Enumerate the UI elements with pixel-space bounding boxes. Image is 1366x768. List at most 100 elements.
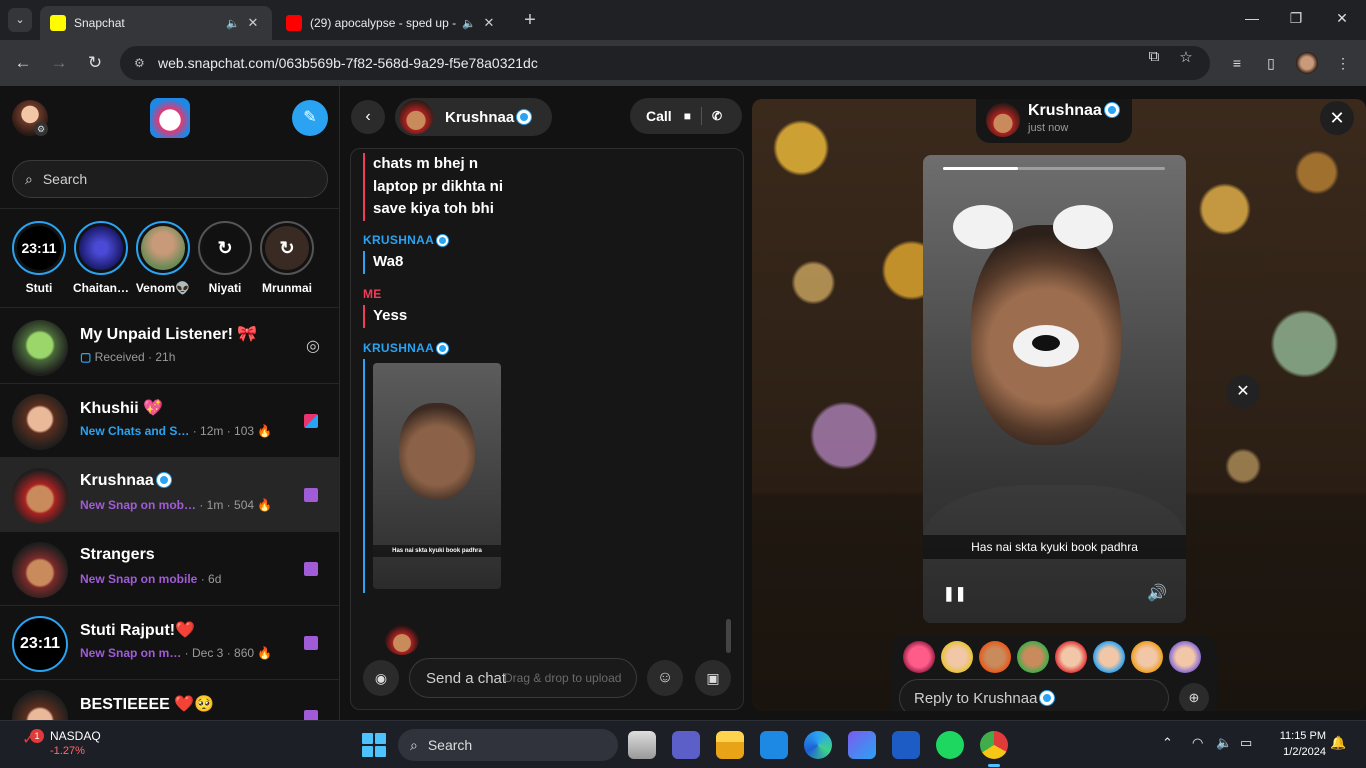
chat-row-stuti-rajput[interactable]: 23:11 Stuti Rajput!❤️ New Snap on m… · D… <box>0 606 339 680</box>
taskbar-search[interactable]: ⌕ Search <box>398 729 618 761</box>
wps-icon[interactable] <box>892 731 920 759</box>
stock-widget[interactable]: ✓ 1 NASDAQ -1.27% <box>22 729 101 757</box>
story-stuti[interactable]: 23:11 Stuti <box>9 221 69 295</box>
chat-input[interactable]: Send a chat Drag & drop to upload <box>409 658 637 698</box>
reaction-heart-icon[interactable] <box>903 641 935 673</box>
windows-start-icon[interactable] <box>362 733 386 757</box>
search-icon: ⌕ <box>410 736 418 753</box>
pause-icon[interactable]: ❚❚ <box>943 585 966 602</box>
copilot-icon[interactable] <box>848 731 876 759</box>
verified-badge-icon <box>1040 691 1055 705</box>
forward-icon[interactable]: → <box>48 52 70 74</box>
show-hidden-icons-icon[interactable]: ⌃ <box>1162 735 1173 751</box>
reaction-thumbs-up-icon[interactable] <box>1017 641 1049 673</box>
story-venom[interactable]: Venom👽 <box>133 221 193 295</box>
close-viewer-icon[interactable]: ✕ <box>1320 101 1354 135</box>
back-icon[interactable]: ← <box>12 52 34 74</box>
video-call-icon[interactable]: ■ <box>684 109 691 123</box>
close-tab-icon[interactable]: ✕ <box>480 15 498 31</box>
close-window-icon[interactable]: ✕ <box>1332 10 1352 27</box>
chat-row-khushii[interactable]: Khushii 💖 New Chats and S… · 12m · 103 🔥 <box>0 384 339 458</box>
story-chaitanya[interactable]: Chaitan… <box>71 221 131 295</box>
bitmoji-header-icon[interactable] <box>150 98 190 138</box>
speaker-icon[interactable]: 🔈 <box>226 17 244 30</box>
restore-icon[interactable]: ❐ <box>1286 10 1306 27</box>
open-in-app-icon[interactable]: ⧉ <box>1144 48 1164 65</box>
verified-badge-icon <box>517 110 532 124</box>
reaction-question-icon[interactable] <box>1169 641 1201 673</box>
file-explorer-icon[interactable] <box>716 731 744 759</box>
avatar <box>399 100 433 134</box>
chat-row-strangers[interactable]: Strangers New Snap on mobile · 6d <box>0 532 339 606</box>
media-control-icon[interactable]: ≡ <box>1226 52 1248 74</box>
edge-icon[interactable] <box>804 731 832 759</box>
status-main: New Chats and S… <box>80 424 190 438</box>
snap-thumbnail[interactable]: Has nai skta kyuki book padhra <box>373 363 501 589</box>
emoji-button[interactable]: ☺ <box>647 660 683 696</box>
settings-gear-icon[interactable]: ⚙ <box>34 122 48 136</box>
minimize-icon[interactable]: — <box>1242 10 1262 26</box>
tab-title: Snapchat <box>74 16 125 30</box>
search-input[interactable]: ⌕ Search <box>12 160 328 198</box>
reload-icon[interactable]: ↻ <box>84 52 106 74</box>
battery-icon[interactable]: ▭ <box>1240 735 1252 751</box>
address-bar[interactable]: ⚙ web.snapchat.com/063b569b-7f82-568d-9a… <box>120 46 1210 80</box>
mail-icon[interactable] <box>760 731 788 759</box>
chat-row-my-unpaid-listener[interactable]: My Unpaid Listener! 🎀 ▢ Received · 21h ◎ <box>0 310 339 384</box>
phone-icon[interactable]: ✆ <box>712 109 722 123</box>
chat-header[interactable]: Krushnaa <box>395 98 552 136</box>
speaker-icon[interactable]: 🔈 <box>462 17 480 30</box>
camera-button[interactable]: ◉ <box>363 660 399 696</box>
stock-change: -1.27% <box>50 745 85 757</box>
bookmark-star-icon[interactable]: ☆ <box>1176 48 1196 66</box>
wifi-icon[interactable]: ◠ <box>1192 735 1203 751</box>
chat-row-bestieeee[interactable]: BESTIEEEE ❤️🥺 <box>0 680 339 720</box>
scrollbar[interactable] <box>726 619 731 653</box>
chat-row-krushnaa[interactable]: Krushnaa New Snap on mob… · 1m · 504 🔥 <box>0 458 339 532</box>
sticker-reply-button[interactable]: ⊕ <box>1179 683 1209 711</box>
reaction-kiss-icon[interactable] <box>1055 641 1087 673</box>
tab-youtube[interactable]: (29) apocalypse - sped up - 🔈 ✕ <box>276 6 508 40</box>
spotify-icon[interactable] <box>936 731 964 759</box>
story-name: Chaitan… <box>72 281 129 295</box>
tab-snapchat[interactable]: Snapchat 🔈 ✕ <box>40 6 272 40</box>
volume-icon[interactable]: 🔈 <box>1216 735 1232 751</box>
reaction-fire-icon[interactable] <box>979 641 1011 673</box>
close-tab-icon[interactable]: ✕ <box>244 15 262 31</box>
site-info-icon[interactable]: ⚙ <box>134 56 150 70</box>
notification-bell-icon[interactable]: 🔔 <box>1330 735 1346 751</box>
tab-search-menu[interactable]: ⌄ <box>8 8 32 32</box>
new-tab-button[interactable]: + <box>518 9 542 33</box>
profile-avatar[interactable] <box>1296 52 1318 74</box>
reply-input[interactable]: Reply to Krushnaa <box>899 679 1169 711</box>
reaction-cry-icon[interactable] <box>1093 641 1125 673</box>
sender-label: KRUSHNAA <box>363 233 449 247</box>
divider <box>700 107 702 125</box>
new-chat-button[interactable]: ✎ <box>292 100 328 136</box>
sender-label: KRUSHNAA <box>363 341 501 355</box>
teams-icon[interactable] <box>672 731 700 759</box>
story-name: Niyati <box>208 281 242 295</box>
clock[interactable]: 11:15 PM 1/2/2024 <box>1270 728 1326 760</box>
stock-name: NASDAQ <box>50 729 101 743</box>
message-list[interactable]: chats m bhej n laptop pr dikhta ni save … <box>350 148 744 710</box>
more-menu-icon[interactable]: ⋮ <box>1332 52 1354 74</box>
avatar <box>12 394 68 450</box>
status-meta: · 12m · 103 🔥 <box>189 424 273 438</box>
reaction-wow-icon[interactable] <box>1131 641 1163 673</box>
story-mrunmai[interactable]: ↻ Mrunmai <box>257 221 317 295</box>
snap-media[interactable]: Has nai skta kyuki book padhra ❚❚ 🔊 <box>923 155 1186 623</box>
sticker-button[interactable]: ▣ <box>695 660 731 696</box>
message-body: Has nai skta kyuki book padhra <box>363 359 501 593</box>
dismiss-icon[interactable]: ✕ <box>1226 375 1260 409</box>
sender-name: ME <box>363 287 382 301</box>
call-button-group[interactable]: Call ■ ✆ <box>630 98 742 134</box>
task-view-icon[interactable] <box>628 731 656 759</box>
story-niyati[interactable]: ↻ Niyati <box>195 221 255 295</box>
reaction-laugh-icon[interactable] <box>941 641 973 673</box>
side-panel-icon[interactable]: ▯ <box>1260 52 1282 74</box>
back-button[interactable]: ‹ <box>351 100 385 134</box>
camera-icon[interactable]: ◎ <box>306 336 320 356</box>
volume-icon[interactable]: 🔊 <box>1147 583 1167 603</box>
chrome-icon[interactable] <box>980 731 1008 767</box>
